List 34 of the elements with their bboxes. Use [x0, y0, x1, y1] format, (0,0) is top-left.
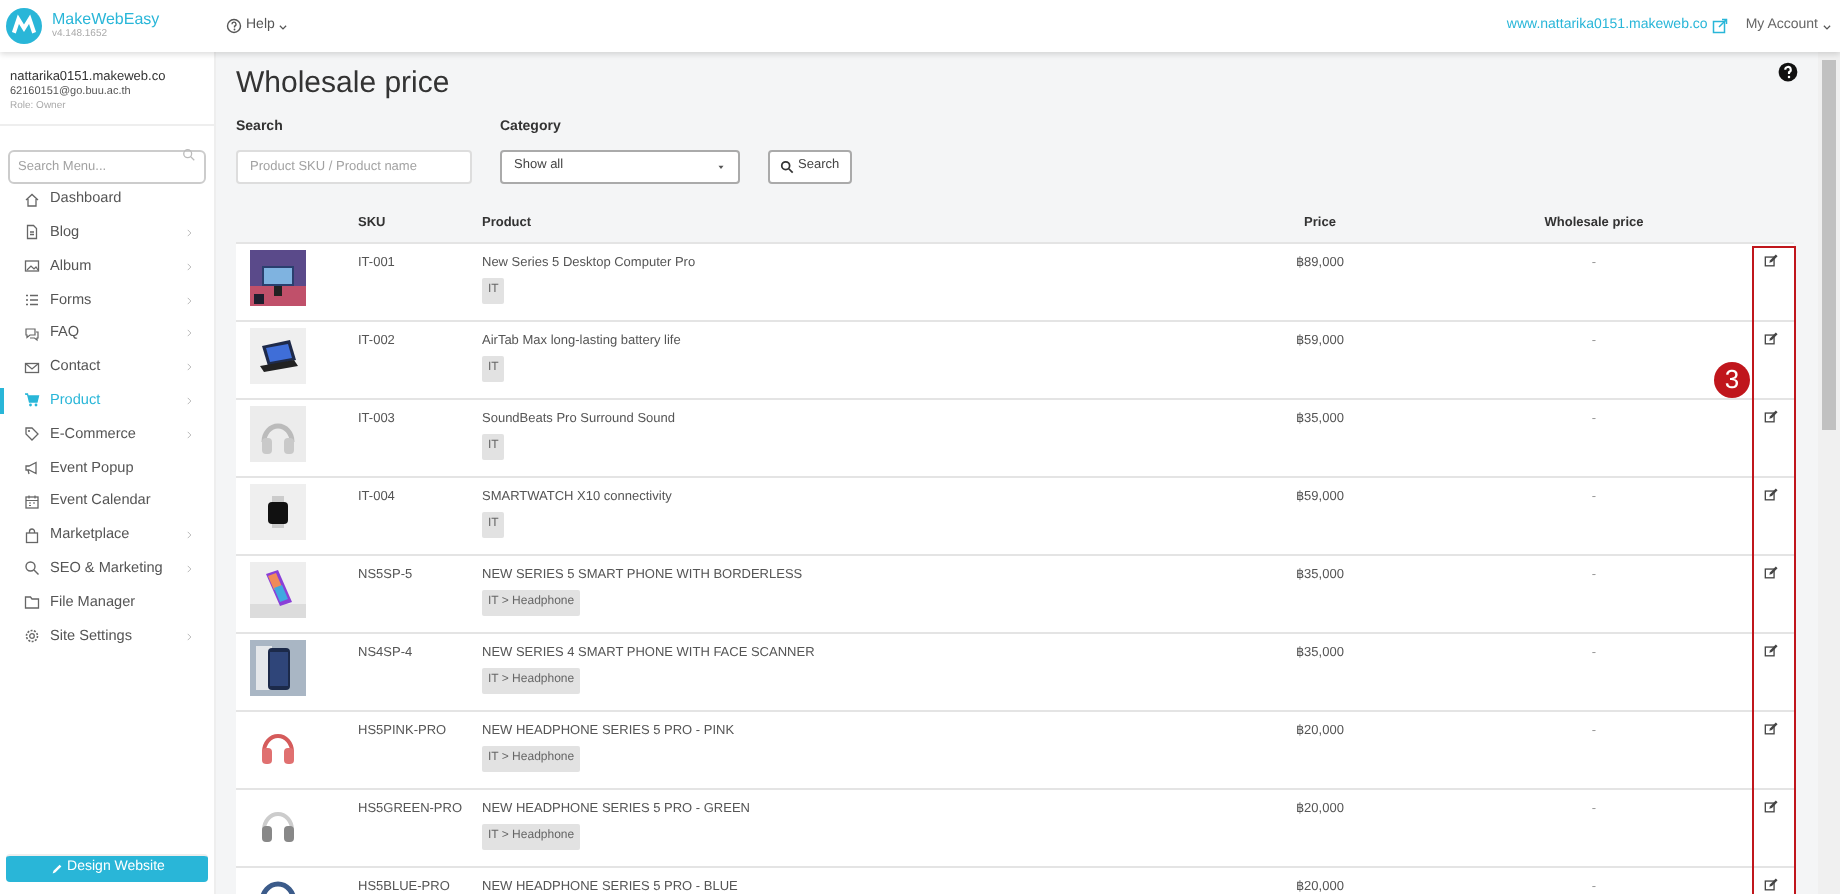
search-icon	[780, 159, 794, 173]
envelope-icon	[24, 359, 40, 376]
chat-icon	[24, 325, 40, 342]
edit-icon[interactable]	[1764, 331, 1778, 345]
gear-icon	[24, 628, 40, 644]
external-link-icon	[1711, 18, 1728, 34]
chevron-down-icon	[1822, 21, 1832, 31]
house-icon	[24, 191, 40, 208]
edit-icon[interactable]	[1764, 721, 1778, 735]
help-icon	[226, 18, 242, 34]
bag-icon	[24, 527, 40, 544]
pencil-icon	[49, 862, 64, 876]
caret-icon	[716, 161, 726, 171]
edit-icon[interactable]	[1764, 487, 1778, 501]
folder-icon	[24, 594, 40, 611]
scrollbar[interactable]	[1818, 52, 1840, 894]
edit-icon[interactable]	[1764, 253, 1778, 267]
page-title: Wholesale price	[236, 68, 450, 98]
list-icon	[24, 292, 40, 309]
tag-icon	[24, 426, 40, 443]
megaphone-icon	[24, 460, 40, 477]
search-icon	[24, 560, 40, 577]
edit-icon[interactable]	[1764, 409, 1778, 423]
chevron-down-icon	[278, 21, 289, 31]
edit-icon[interactable]	[1764, 643, 1778, 657]
calendar-icon	[24, 493, 40, 510]
edit-icon[interactable]	[1764, 877, 1778, 891]
search-icon	[182, 148, 196, 163]
edit-icon[interactable]	[1764, 799, 1778, 813]
cart-icon	[24, 392, 40, 409]
edit-icon[interactable]	[1764, 565, 1778, 579]
help-icon[interactable]	[1778, 62, 1798, 82]
document-icon	[24, 224, 40, 241]
image-icon	[24, 258, 40, 275]
